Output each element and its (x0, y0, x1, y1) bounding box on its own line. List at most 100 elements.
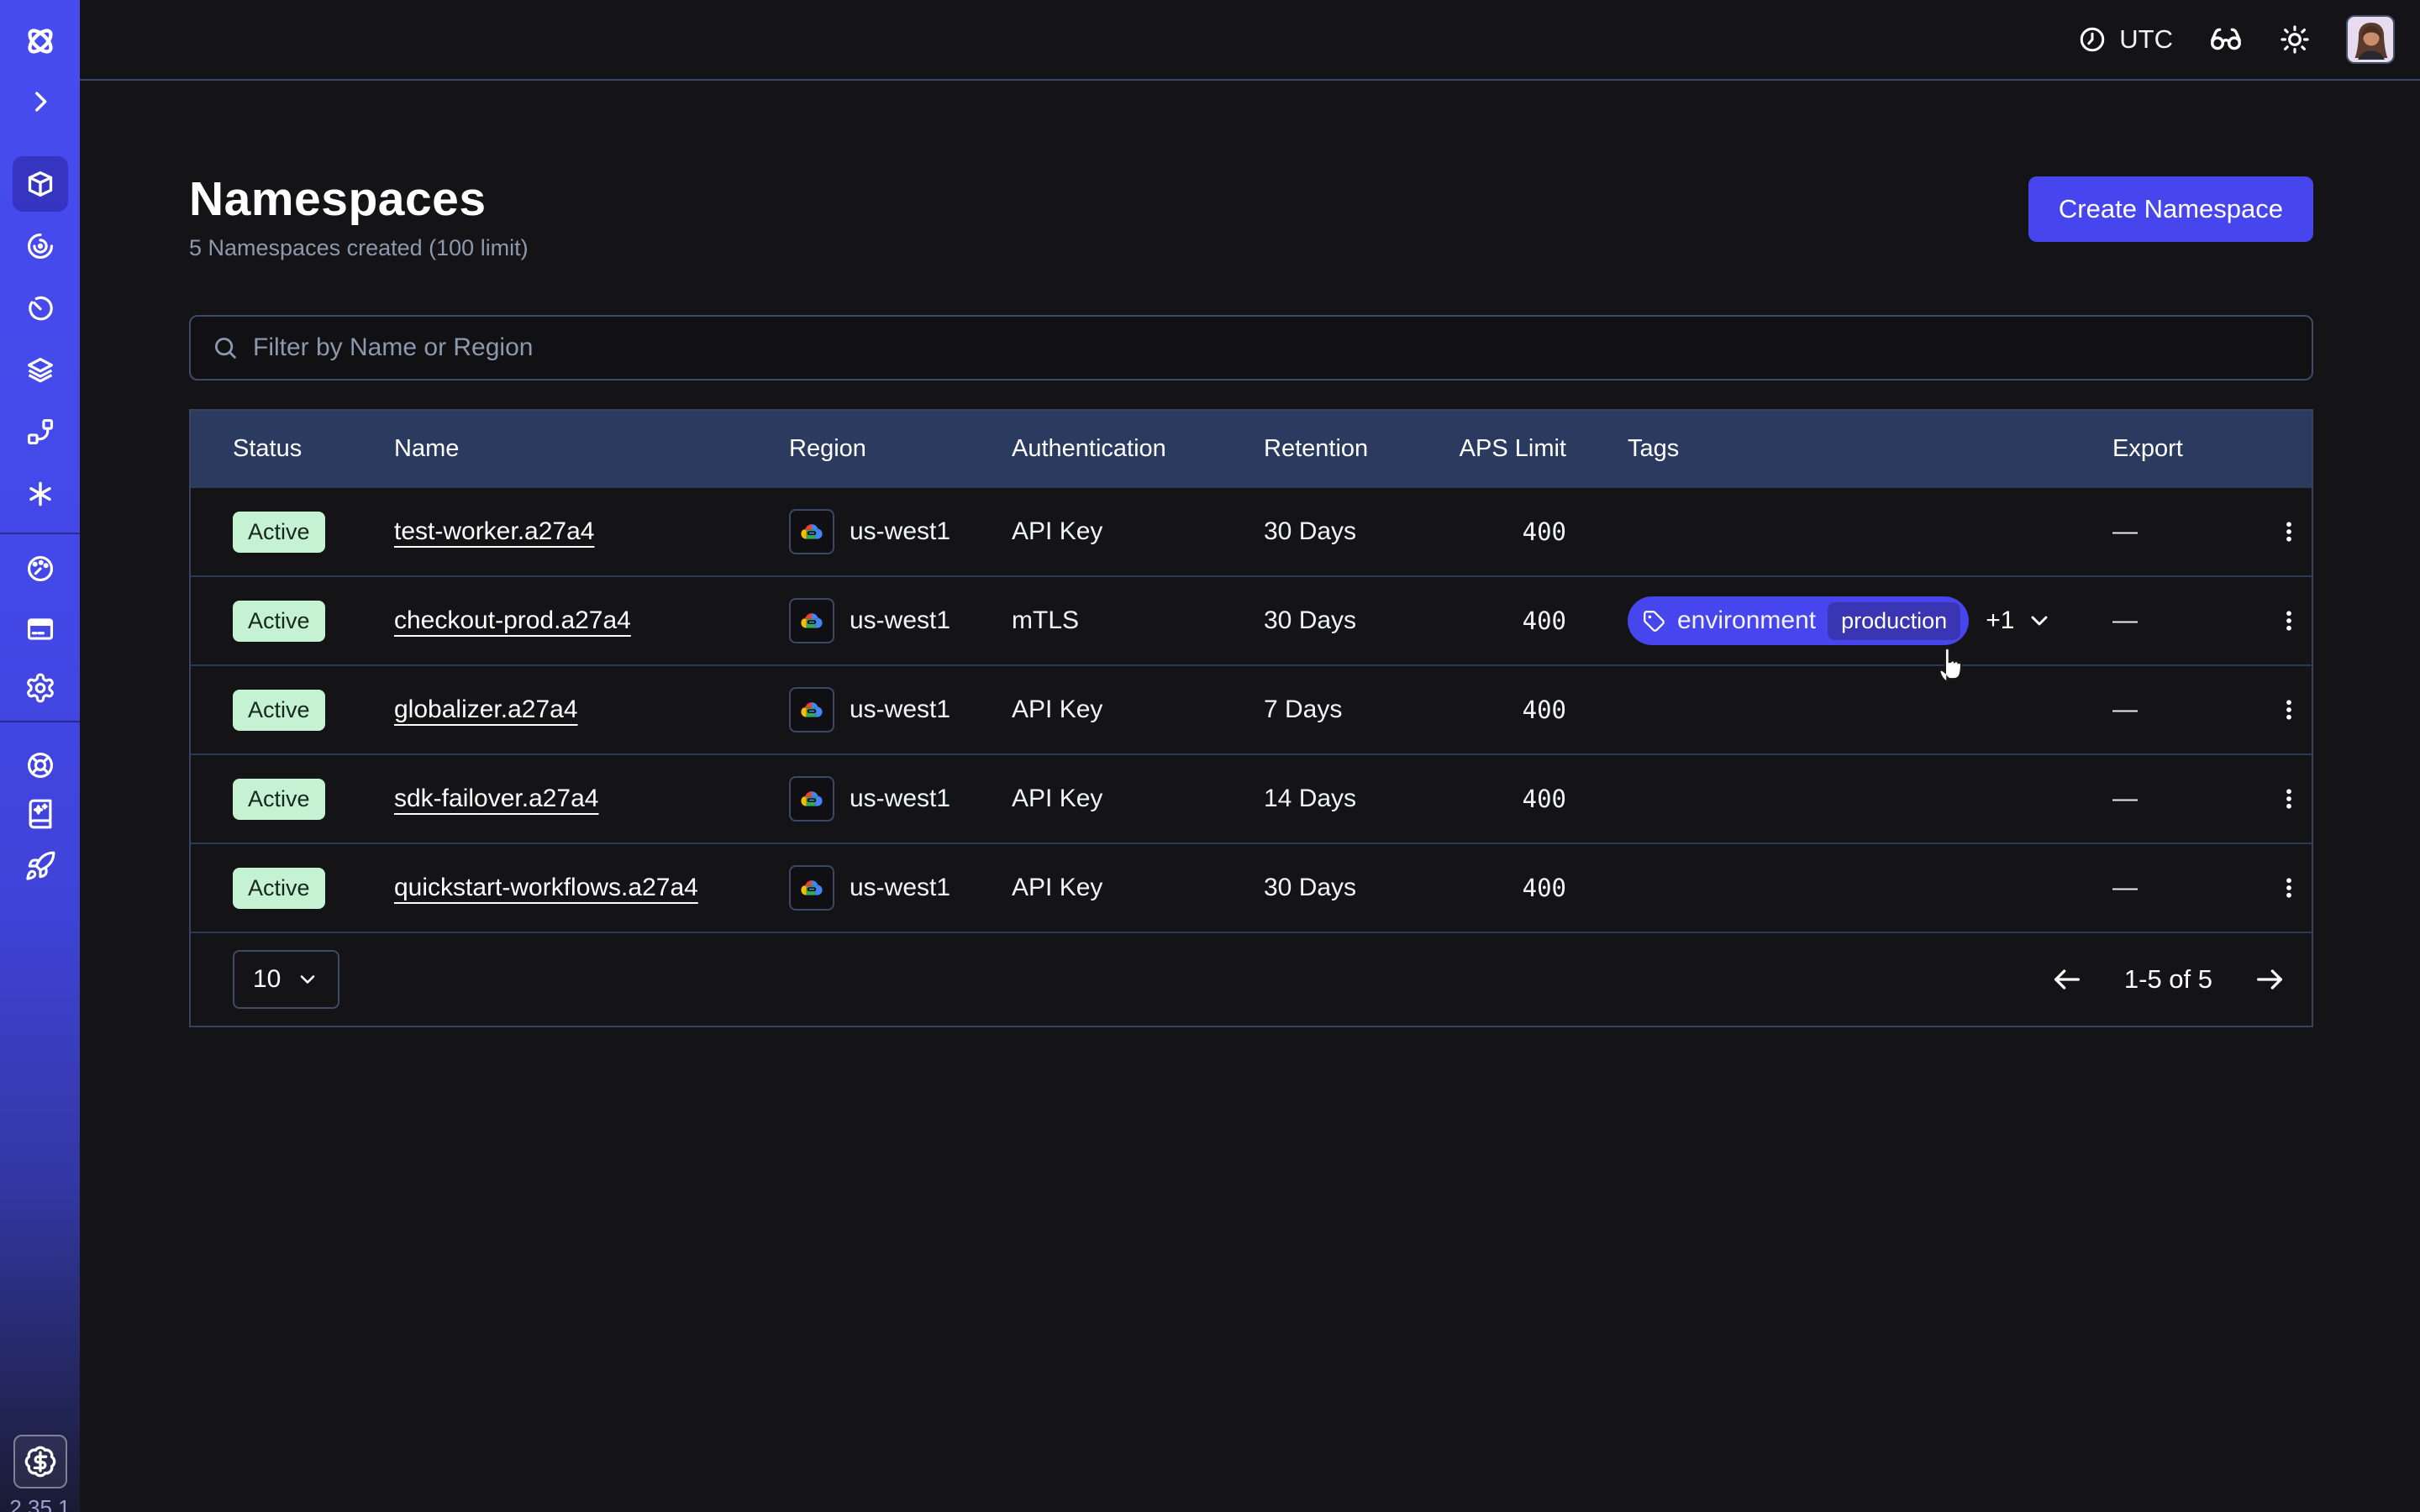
status-badge: Active (233, 690, 325, 731)
gcp-logo-icon (797, 785, 826, 813)
kebab-menu-icon (2276, 608, 2302, 633)
app-version: 2.35.1 (0, 1495, 80, 1512)
export-cell: — (2112, 785, 2266, 813)
page-subtitle: 5 Namespaces created (100 limit) (189, 235, 529, 261)
page-size-value: 10 (253, 965, 281, 994)
branch-icon (24, 416, 56, 448)
tag-key: environment (1677, 606, 1816, 635)
sidebar-item-usage[interactable] (24, 553, 56, 585)
row-menu-button[interactable] (2266, 509, 2312, 554)
namespace-link[interactable]: globalizer.a27a4 (394, 696, 578, 723)
status-badge: Active (233, 512, 325, 553)
table-rows: Active test-worker.a27a4 us-west1 (191, 486, 2312, 932)
search-icon (211, 333, 239, 362)
gcp-logo-icon (797, 696, 826, 724)
kebab-menu-icon (2276, 519, 2302, 544)
sidebar-item-docs[interactable] (24, 798, 56, 830)
theme-toggle-button[interactable] (2279, 24, 2311, 55)
kebab-menu-icon (2276, 875, 2302, 900)
tag-pill[interactable]: environment production (1628, 596, 1969, 645)
namespaces-table: Status Name Region Authentication Retent… (189, 409, 2313, 1027)
timezone-button[interactable]: UTC (2077, 24, 2173, 55)
sidebar-item-batch[interactable] (24, 478, 56, 510)
gear-icon (24, 672, 56, 704)
credits-badge-button[interactable] (13, 1435, 67, 1488)
sidebar-collapse-button[interactable] (26, 87, 55, 116)
pagination-bar: 10 1-5 of 5 (191, 932, 2312, 1026)
filter-input[interactable] (253, 333, 2291, 362)
sidebar-item-support[interactable] (24, 749, 56, 781)
arrow-right-icon (2253, 963, 2286, 996)
auth-cell: API Key (1012, 517, 1264, 546)
chevron-right-icon (26, 87, 55, 116)
dollar-badge-icon (24, 1445, 57, 1478)
column-header-status: Status (233, 435, 394, 463)
sidebar-item-billing[interactable] (24, 613, 56, 645)
tags-cell: environment production +1 (1628, 596, 2112, 645)
gcp-logo-icon (797, 606, 826, 635)
auth-cell: mTLS (1012, 606, 1264, 635)
sun-icon (2279, 24, 2311, 55)
sidebar-divider (0, 721, 80, 722)
book-sparkles-icon (24, 798, 56, 830)
aps-cell: 400 (1440, 785, 1566, 813)
auth-cell: API Key (1012, 696, 1264, 724)
page-size-select[interactable]: 10 (233, 950, 339, 1009)
next-page-button[interactable] (2253, 963, 2286, 996)
row-menu-button[interactable] (2266, 776, 2312, 822)
row-menu-button[interactable] (2266, 598, 2312, 643)
table-row: Active globalizer.a27a4 us-west1 (191, 664, 2312, 753)
avatar-image (2348, 17, 2395, 64)
sidebar-item-nexus[interactable] (24, 416, 56, 448)
arrow-left-icon (2050, 963, 2084, 996)
retention-cell: 7 Days (1264, 696, 1440, 724)
cube-icon (24, 167, 57, 201)
gcp-region-icon (789, 776, 834, 822)
glasses-button[interactable] (2208, 22, 2244, 57)
prev-page-button[interactable] (2050, 963, 2084, 996)
sidebar-item-monitoring[interactable] (24, 230, 56, 262)
pagination-range: 1-5 of 5 (2124, 964, 2212, 995)
export-cell: — (2112, 696, 2266, 724)
row-menu-button[interactable] (2266, 865, 2312, 911)
tags-expand-chevron[interactable] (2026, 607, 2053, 634)
export-cell: — (2112, 874, 2266, 902)
sidebar-divider (0, 533, 80, 534)
table-header-row: Status Name Region Authentication Retent… (191, 411, 2312, 486)
namespace-link[interactable]: test-worker.a27a4 (394, 517, 594, 545)
filter-bar (189, 315, 2313, 381)
namespace-link[interactable]: quickstart-workflows.a27a4 (394, 874, 698, 901)
namespace-link[interactable]: sdk-failover.a27a4 (394, 785, 599, 812)
page-title: Namespaces (189, 171, 529, 227)
sidebar-item-namespaces[interactable] (13, 156, 68, 212)
namespace-link[interactable]: checkout-prod.a27a4 (394, 606, 631, 634)
user-avatar[interactable] (2346, 15, 2395, 64)
column-header-tags: Tags (1628, 435, 2112, 463)
aps-cell: 400 (1440, 606, 1566, 635)
column-header-authentication: Authentication (1012, 435, 1264, 463)
gcp-region-icon (789, 598, 834, 643)
sidebar-item-settings[interactable] (24, 672, 56, 704)
column-header-export: Export (2112, 435, 2266, 463)
column-header-name: Name (394, 435, 789, 463)
table-row: Active sdk-failover.a27a4 us-west (191, 753, 2312, 843)
region-label: us-west1 (850, 785, 950, 813)
sidebar-item-schedules[interactable] (24, 292, 56, 324)
topbar: UTC (80, 0, 2420, 81)
sidebar-item-getting-started[interactable] (24, 850, 56, 882)
create-namespace-button[interactable]: Create Namespace (2028, 176, 2313, 242)
retention-cell: 30 Days (1264, 606, 1440, 635)
gcp-region-icon (789, 687, 834, 732)
retention-cell: 30 Days (1264, 874, 1440, 902)
chevron-down-icon (2026, 607, 2053, 634)
table-row: Active checkout-prod.a27a4 us-wes (191, 575, 2312, 664)
rocket-icon (24, 850, 56, 882)
sidebar: 2.35.1 (0, 0, 80, 1512)
row-menu-button[interactable] (2266, 687, 2312, 732)
region-label: us-west1 (850, 874, 950, 902)
gcp-region-icon (789, 509, 834, 554)
sidebar-item-deployments[interactable] (24, 354, 56, 386)
auth-cell: API Key (1012, 874, 1264, 902)
timezone-label: UTC (2119, 24, 2173, 55)
temporal-logo[interactable] (21, 22, 60, 60)
